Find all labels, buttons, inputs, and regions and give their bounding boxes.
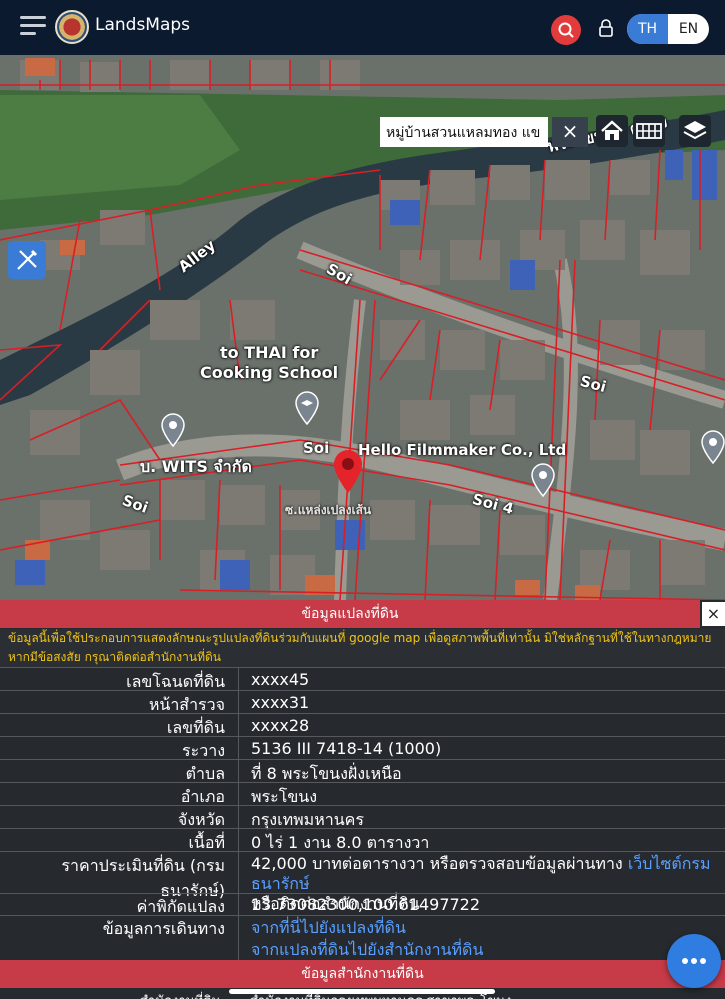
panel-close-button[interactable]: × — [702, 602, 725, 626]
table-row: เนื้อที่ 0 ไร่ 1 งาน 8.0 ตารางวา — [0, 828, 725, 852]
map-label-place-faded: ซ.แหล่งเปลงเส้น — [285, 503, 372, 517]
poi-pin-icon-3[interactable] — [700, 430, 725, 464]
search-icon — [558, 22, 574, 38]
map-label-cooking-school: to THAI for Cooking School — [200, 343, 339, 382]
row-value: 42,000 บาทต่อตารางวา หรือตรวจสอบข้อมูลผ่… — [238, 852, 725, 913]
home-indicator — [229, 989, 495, 994]
panel-title: ข้อมูลแปลงที่ดิน — [0, 600, 700, 628]
row-value: พระโขนง — [238, 783, 317, 806]
row-value: xxxx28 — [238, 714, 309, 736]
lang-en-button[interactable]: EN — [668, 14, 709, 44]
menu-icon[interactable] — [20, 16, 46, 36]
table-row-travel: ข้อมูลการเดินทาง จากที่นี่ไปยังแปลงที่ดิ… — [0, 915, 725, 960]
row-value: 0 ไร่ 1 งาน 8.0 ตารางวา — [238, 829, 429, 852]
grid-icon — [636, 123, 662, 139]
lock-icon[interactable] — [599, 18, 613, 38]
poi-pin-icon-2[interactable] — [530, 463, 556, 497]
table-row-coords: ค่าพิกัดแปลง 13.73082300,100.61497722 — [0, 893, 725, 916]
directions-to-parcel-link[interactable]: จากที่นี่ไปยังแปลงที่ดิน — [251, 918, 406, 937]
row-value: ที่ 8 พระโขนงฝั่งเหนือ — [238, 760, 402, 783]
disclaimer-notice: ข้อมูลนี้เพื่อใช้ประกอบการแสดงลักษณะรูปแ… — [0, 629, 725, 667]
table-row-appraisal: ราคาประเมินที่ดิน (กรมธนารักษ์) 42,000 บ… — [0, 851, 725, 913]
top-bar: LandsMaps TH EN — [0, 0, 725, 55]
table-row: หน้าสำรวจ xxxx31 — [0, 690, 725, 714]
layers-icon — [683, 121, 707, 140]
language-toggle[interactable]: TH EN — [627, 14, 709, 44]
draw-tool-icon — [17, 249, 38, 270]
appraisal-value: 42,000 บาทต่อตารางวา หรือตรวจสอบข้อมูลผ่… — [251, 854, 628, 873]
draw-tool-button[interactable] — [8, 241, 46, 279]
poi-pin-icon[interactable] — [160, 413, 186, 447]
grid-button[interactable] — [633, 115, 665, 147]
table-row: เลขที่ดิน xxxx28 — [0, 713, 725, 737]
map-label-soi-3: Soi — [303, 439, 330, 457]
coordinates-link[interactable]: 13.73082300,100.61497722 — [238, 894, 480, 915]
office-section-header: ข้อมูลสำนักงานที่ดิน — [0, 960, 725, 988]
home-button[interactable] — [596, 115, 628, 147]
notice-line-1: ข้อมูลนี้เพื่อใช้ประกอบการแสดงลักษณะรูปแ… — [8, 631, 712, 645]
lang-th-button[interactable]: TH — [627, 14, 668, 44]
brand-name: LandsMaps — [95, 15, 191, 35]
table-row: ระวาง 5136 III 7418-14 (1000) — [0, 736, 725, 760]
table-row: จังหวัด กรุงเทพมหานคร — [0, 805, 725, 829]
row-value: จากที่นี่ไปยังแปลงที่ดิน จากแปลงที่ดินไป… — [238, 916, 483, 960]
map-view[interactable]: พระโขนง - คลอง Alley Soi Soi Soi Soi 4 S… — [0, 55, 725, 600]
school-pin-icon[interactable] — [294, 391, 320, 425]
more-icon — [682, 958, 706, 964]
notice-line-2: หากมีข้อสงสัย กรุณาติดต่อสำนักงานที่ดิน — [8, 650, 221, 664]
search-button[interactable] — [551, 15, 581, 45]
logo — [55, 10, 89, 44]
row-value: xxxx45 — [238, 668, 309, 690]
close-icon[interactable]: × — [552, 117, 588, 147]
map-label-filmmaker: Hello Filmmaker Co., Ltd — [358, 441, 567, 459]
row-label: ข้อมูลการเดินทาง — [102, 919, 225, 938]
row-value: 5136 III 7418-14 (1000) — [238, 737, 441, 759]
table-row: เลขโฉนดที่ดิน xxxx45 — [0, 667, 725, 691]
row-value: กรุงเทพมหานคร — [238, 806, 364, 829]
office-row-label: สำนักงานที่ดิน — [140, 990, 220, 999]
home-icon — [601, 120, 623, 140]
table-row: อำเภอ พระโขนง — [0, 782, 725, 806]
search-input[interactable]: หมู่บ้านสวนแหลมทอง แข — [380, 117, 548, 147]
map-pin-icon[interactable] — [331, 448, 365, 494]
table-row: ตำบล ที่ 8 พระโขนงฝั่งเหนือ — [0, 759, 725, 783]
map-label-wits: บ. WITS จำกัด — [140, 457, 252, 476]
directions-to-office-link[interactable]: จากแปลงที่ดินไปยังสำนักงานที่ดิน — [251, 940, 483, 959]
more-button[interactable] — [667, 934, 721, 988]
row-value: xxxx31 — [238, 691, 309, 713]
layers-button[interactable] — [679, 115, 711, 147]
